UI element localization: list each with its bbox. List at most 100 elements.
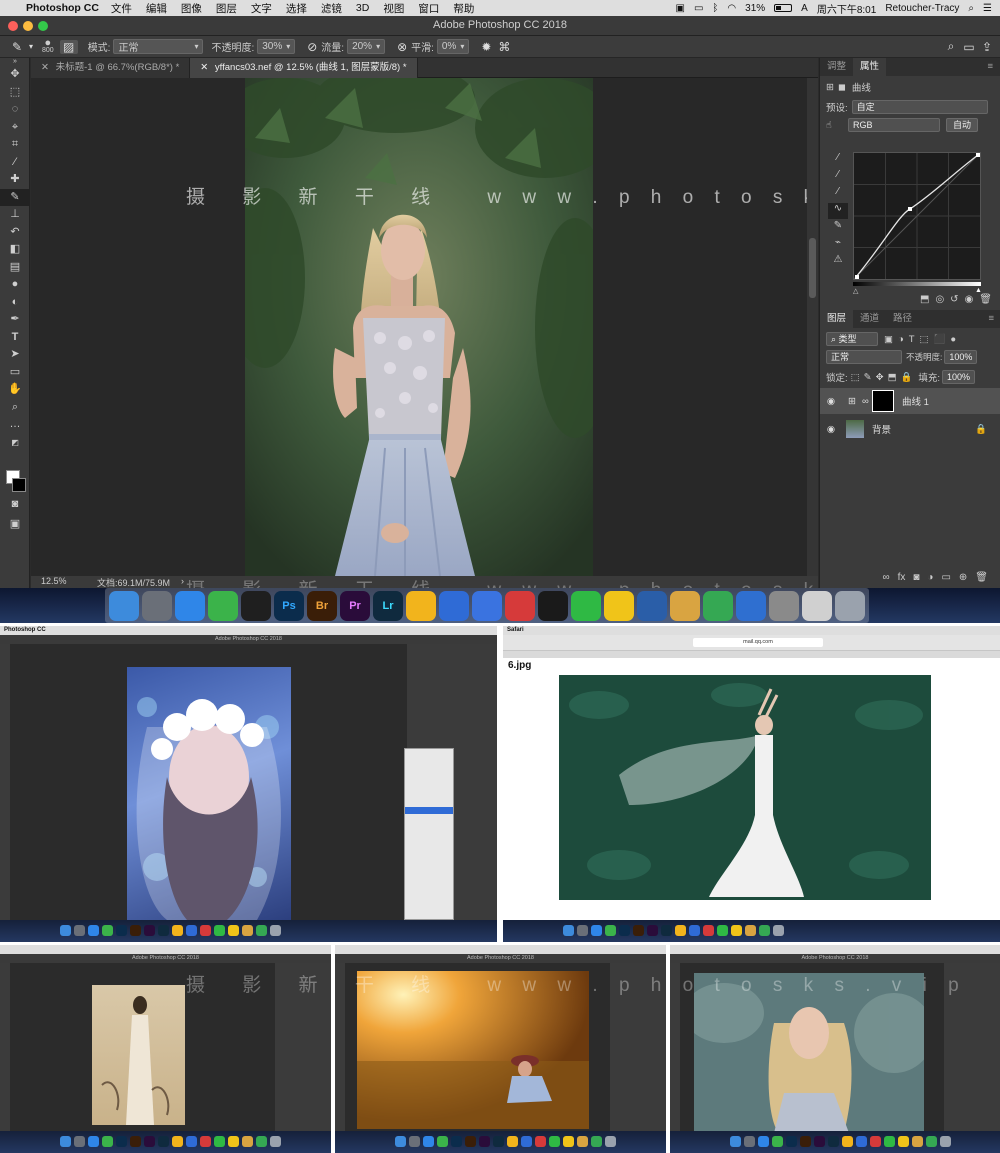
hand-tool-icon[interactable]: ✋ [0,381,30,399]
blend-mode-select[interactable]: 正常 [826,350,902,364]
curves-graph[interactable] [853,152,981,280]
new-layer-icon[interactable]: ⊕ [959,572,967,583]
menu-select[interactable]: 选择 [286,1,307,16]
background-color-swatch[interactable] [12,478,26,492]
pencil-icon[interactable]: ✎ [828,220,848,236]
trash-icon[interactable] [835,590,865,621]
layer-row-background[interactable]: ◉ 背景 🔒 [820,416,1000,442]
brush-settings-icon[interactable]: ▨ [59,39,78,54]
qq-icon[interactable] [241,590,271,621]
numbers-icon[interactable] [703,590,733,621]
wifi-icon[interactable]: ◠ [727,3,736,14]
menu-layer[interactable]: 图层 [216,1,237,16]
layer-mask-thumbnail[interactable] [872,390,894,412]
curve-point[interactable] [976,153,980,157]
curve-point-icon[interactable]: ∿ [828,203,848,219]
layer-row-curves[interactable]: ◉ ⊞ ∞ 曲线 1 [820,388,1000,414]
menu-type[interactable]: 文字 [251,1,272,16]
layer-thumbnail[interactable] [846,420,864,438]
lock-transparency-icon[interactable]: ⬚ [851,372,860,383]
airplay-icon[interactable]: ▭ [694,3,703,14]
collapse-icon[interactable]: » [0,58,30,66]
hand-adjust-icon[interactable]: ☝ [826,120,848,131]
input-source-icon[interactable]: A [801,3,808,14]
photoshop-icon[interactable]: Ps [274,590,304,621]
more-tools-icon[interactable]: … [0,416,30,434]
premiere-icon[interactable]: Pr [340,590,370,621]
link-layers-icon[interactable]: ∞ [882,572,889,583]
opacity-field[interactable]: 30% ▾ [257,39,296,54]
clone-stamp-tool-icon[interactable]: ⊥ [0,206,30,224]
menu-3d[interactable]: 3D [356,2,369,14]
display-icon[interactable] [769,590,799,621]
doc-tab-untitled[interactable]: ✕ 未标题-1 @ 66.7%(RGB/8*) * [31,58,191,78]
channel-select[interactable]: RGB [848,118,940,132]
black-point-slider[interactable]: △ [853,287,858,295]
lock-position-icon[interactable]: ✥ [876,372,884,383]
healing-brush-tool-icon[interactable]: ✚ [0,171,30,189]
menu-help[interactable]: 帮助 [453,1,474,16]
history-brush-tool-icon[interactable]: ↶ [0,224,30,242]
spotlight-icon[interactable]: ⌕ [968,3,974,14]
path-select-tool-icon[interactable]: ➤ [0,346,30,364]
new-group-icon[interactable]: ▭ [941,572,950,583]
finder-icon[interactable] [109,590,139,621]
brush-preset-picker[interactable]: ● 800 [42,37,54,55]
close-icon[interactable]: ✕ [41,62,49,73]
menu-file[interactable]: 文件 [111,1,132,16]
quick-mask-icon[interactable]: ◙ [0,496,30,514]
close-icon[interactable]: ✕ [200,62,208,73]
menubar-user[interactable]: Retoucher-Tracy [885,3,959,14]
shape-tool-icon[interactable]: ▭ [0,364,30,382]
filter-pixel-icon[interactable]: ▣ [884,334,893,345]
iqiyi-icon[interactable] [571,590,601,621]
photo-app-icon[interactable] [472,590,502,621]
menubar-app-name[interactable]: Photoshop CC [26,2,99,14]
quick-select-tool-icon[interactable]: ⌖ [0,119,30,137]
kind-filter-select[interactable]: ⌕ 类型 [826,332,878,346]
chain-link-icon[interactable]: ∞ [862,396,870,407]
baidu-netdisk-icon[interactable] [439,590,469,621]
visibility-eye-icon[interactable]: ◉ [820,424,842,435]
lightroom-icon[interactable]: Lr [373,590,403,621]
menu-view[interactable]: 视图 [383,1,404,16]
chevron-right-icon[interactable]: › [181,576,184,586]
scroll-thumb[interactable] [809,238,816,298]
marquee-tool-icon[interactable]: ⬚ [0,84,30,102]
auto-button[interactable]: 自动 [946,118,979,132]
pressure-opacity-icon[interactable]: ⊘ [303,40,321,54]
gradient-tool-icon[interactable]: ▤ [0,259,30,277]
curve-point[interactable] [908,207,912,211]
eyedropper-gray-icon[interactable]: ⁄ [828,169,848,185]
preview-icon[interactable] [670,590,700,621]
screen-mode-icon[interactable]: ▣ [0,516,30,534]
menu-filter[interactable]: 滤镜 [321,1,342,16]
layer-name[interactable]: 曲线 1 [902,394,929,408]
fill-field[interactable]: 100% [942,370,976,384]
filter-adjust-icon[interactable]: ◑ [898,334,904,345]
tab-properties[interactable]: 属性 [853,58,887,76]
launchpad-icon[interactable] [142,590,172,621]
brush-tool-icon[interactable]: ✎ [0,188,30,206]
crop-tool-icon[interactable]: ⌗ [0,136,30,154]
tab-adjustments[interactable]: 调整 [820,58,853,76]
smooth-curve-icon[interactable]: ⌁ [828,237,848,253]
trash-icon[interactable]: 🗑 [979,294,992,305]
bridge-icon[interactable]: Br [307,590,337,621]
layer-name[interactable]: 背景 [872,422,975,436]
workspace-icon[interactable]: ▭ [960,40,978,54]
zoom-tool-icon[interactable]: ⌕ [0,399,30,417]
filter-shape-icon[interactable]: ⬚ [920,334,929,345]
smoothing-field[interactable]: 0% ▾ [436,39,470,54]
search-icon[interactable]: ⌕ [942,39,960,54]
eyedropper-tool-icon[interactable]: ⁄ [0,154,30,172]
airbrush-icon[interactable]: ⊗ [393,40,411,54]
preset-select[interactable]: 自定 [851,100,988,114]
safari-icon[interactable] [175,590,205,621]
dodge-tool-icon[interactable]: ◐ [0,294,30,312]
eyedropper-white-icon[interactable]: ⁄ [828,186,848,202]
keynote-icon[interactable] [736,590,766,621]
wechat-icon[interactable] [208,590,238,621]
symmetry-icon[interactable]: ⌘ [495,40,513,54]
visibility-icon[interactable]: ◉ [965,294,974,305]
